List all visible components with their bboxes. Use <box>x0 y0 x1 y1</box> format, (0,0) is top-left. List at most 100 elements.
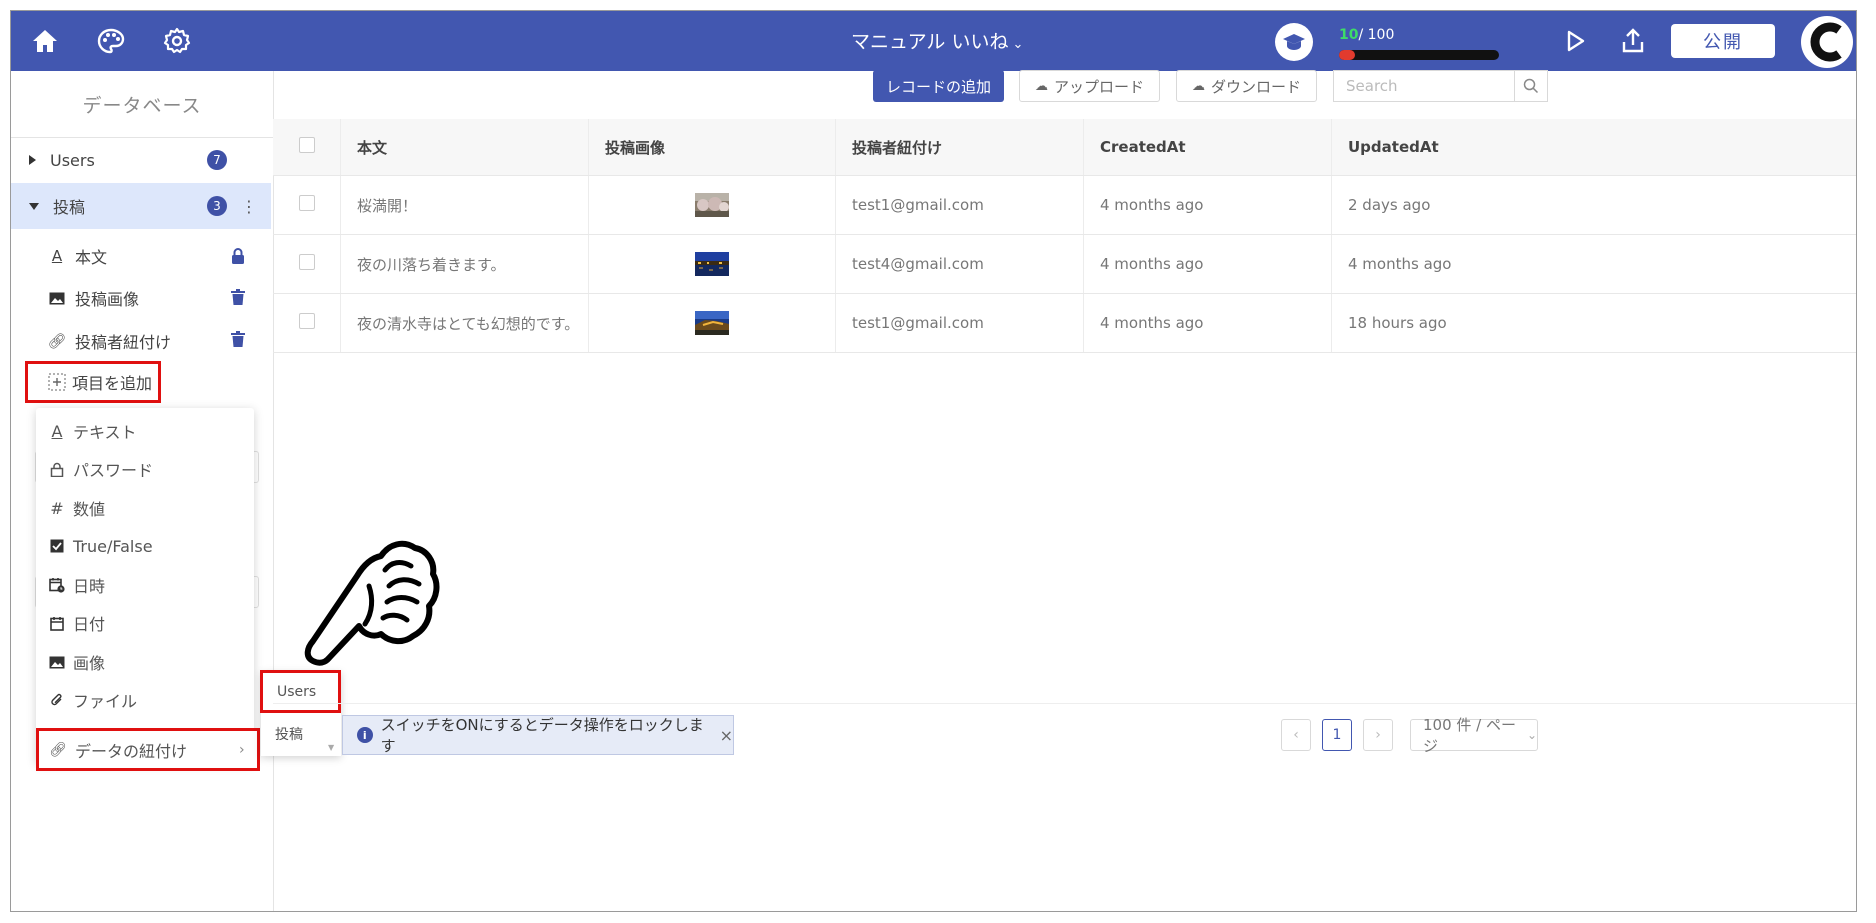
search-button[interactable] <box>1514 71 1547 101</box>
field-label: 本文 <box>75 248 108 267</box>
caret-down-icon <box>29 202 39 210</box>
hash-icon: # <box>50 498 64 518</box>
trash-icon[interactable] <box>229 330 247 348</box>
column-header-label: 投稿者紐付け <box>852 138 943 157</box>
download-label: ダウンロード <box>1210 77 1301 96</box>
upload-button[interactable]: ☁︎ アップロード <box>1019 70 1160 102</box>
page-number-button[interactable]: 1 <box>1322 719 1352 751</box>
per-page-select[interactable]: 100 件 / ページ ⌄ <box>1410 716 1538 755</box>
menu-item-image[interactable]: 画像 <box>36 643 254 681</box>
download-button[interactable]: ☁︎ ダウンロード <box>1176 70 1317 102</box>
cherry-blossom-thumbnail[interactable] <box>695 193 729 217</box>
cloud-download-icon: ☁︎ <box>1191 78 1205 94</box>
info-icon: i <box>357 727 373 743</box>
menu-item-label: 日付 <box>73 615 106 634</box>
table-row[interactable]: 夜の川落ち着きます。 test4@gmail.com 4 months ago … <box>273 234 1856 294</box>
column-header[interactable]: CreatedAt <box>1083 119 1332 176</box>
lock-icon <box>47 462 67 477</box>
search-box <box>1333 70 1548 102</box>
row-select-cell <box>273 175 341 235</box>
row-checkbox[interactable] <box>299 195 315 211</box>
sidebar-table-posts[interactable]: 投稿 3 ⋮ <box>11 183 271 229</box>
lock-icon[interactable] <box>229 247 247 265</box>
user-link-cell[interactable]: test1@gmail.com <box>835 175 1084 235</box>
user-link-cell[interactable]: test1@gmail.com <box>835 293 1084 353</box>
scroll-down-icon[interactable]: ▼ <box>328 743 334 752</box>
table-row[interactable]: 桜満開！ test1@gmail.com 4 months ago 2 days… <box>273 175 1856 235</box>
cloud-upload-icon: ☁︎ <box>1034 78 1048 94</box>
datetime-icon <box>47 577 67 593</box>
menu-item-label: 日時 <box>73 577 106 596</box>
cell-text: test1@gmail.com <box>852 196 984 214</box>
menu-item-password[interactable]: パスワード <box>36 450 254 488</box>
menu-item-label: テキスト <box>73 423 137 442</box>
add-record-button[interactable]: レコードの追加 <box>873 70 1004 102</box>
column-header-label: CreatedAt <box>1100 138 1186 156</box>
row-select-cell <box>273 234 341 294</box>
cell-text: 18 hours ago <box>1348 314 1447 332</box>
progress-total: / 100 <box>1358 27 1395 43</box>
image-cell[interactable] <box>588 293 836 353</box>
play-icon[interactable] <box>1559 25 1591 57</box>
night-river-thumbnail[interactable] <box>695 252 729 276</box>
share-upload-icon[interactable] <box>1617 25 1649 57</box>
user-link-cell[interactable]: test4@gmail.com <box>835 234 1084 294</box>
calendar-icon <box>47 616 67 631</box>
select-all-cell <box>273 119 341 176</box>
body-cell[interactable]: 桜満開！ <box>340 175 589 235</box>
column-header[interactable]: 投稿画像 <box>588 119 836 176</box>
paperclip-icon <box>47 693 67 708</box>
field-item-user-link[interactable]: 🔗︎ 投稿者紐付け <box>47 326 171 356</box>
image-icon <box>47 656 67 669</box>
menu-item-boolean[interactable]: True/False <box>36 527 254 565</box>
graduation-cap-icon[interactable] <box>1275 23 1313 61</box>
prev-page-button[interactable]: ‹ <box>1281 719 1311 751</box>
pointing-hand-icon <box>304 540 440 666</box>
column-header[interactable]: 投稿者紐付け <box>835 119 1084 176</box>
sidebar-title: データベース <box>11 71 273 138</box>
image-cell[interactable] <box>588 234 836 294</box>
body-cell[interactable]: 夜の川落ち着きます。 <box>340 234 589 294</box>
table-row[interactable]: 夜の清水寺はとても幻想的です。 test1@gmail.com 4 months… <box>273 293 1856 353</box>
menu-item-date[interactable]: 日付 <box>36 604 254 642</box>
app-title-dropdown[interactable]: マニュアル いいね ⌄ <box>851 27 1023 54</box>
search-input[interactable] <box>1344 76 1518 96</box>
row-checkbox[interactable] <box>299 313 315 329</box>
image-cell[interactable] <box>588 175 836 235</box>
app-window: マニュアル いいね ⌄ 10/ 100 公開 データベース Users 7 投稿… <box>10 10 1857 912</box>
close-icon[interactable]: × <box>720 726 733 745</box>
column-header[interactable]: UpdatedAt <box>1331 119 1856 176</box>
sidebar-table-users[interactable]: Users 7 <box>11 137 271 183</box>
submenu-item-users[interactable]: Users <box>260 670 341 713</box>
record-count-badge: 3 <box>207 196 227 216</box>
trash-icon[interactable] <box>229 288 247 306</box>
text-icon: A <box>51 247 63 265</box>
kiyomizu-night-thumbnail[interactable] <box>695 311 729 335</box>
select-all-checkbox[interactable] <box>299 137 315 153</box>
gear-icon[interactable] <box>161 25 193 57</box>
c-logo-icon[interactable] <box>1801 16 1853 68</box>
footer-divider <box>273 703 1856 704</box>
column-header[interactable]: 本文 <box>340 119 589 176</box>
menu-item-text[interactable]: A テキスト <box>36 412 254 450</box>
cell-text: 4 months ago <box>1100 314 1204 332</box>
publish-button[interactable]: 公開 <box>1671 24 1775 58</box>
more-vertical-icon[interactable]: ⋮ <box>241 197 257 216</box>
home-icon[interactable] <box>29 25 61 57</box>
menu-item-file[interactable]: ファイル <box>36 681 254 719</box>
menu-item-number[interactable]: # 数値 <box>36 489 254 527</box>
updated-at-cell: 4 months ago <box>1331 234 1856 294</box>
menu-item-data-link[interactable]: 🔗︎ データの紐付け › <box>36 728 260 771</box>
cell-text: test4@gmail.com <box>852 255 984 273</box>
menu-item-datetime[interactable]: 日時 <box>36 566 254 604</box>
created-at-cell: 4 months ago <box>1083 234 1332 294</box>
palette-icon[interactable] <box>95 25 127 57</box>
menu-item-label: ファイル <box>73 692 138 711</box>
field-item-image[interactable]: 投稿画像 <box>47 283 139 313</box>
submenu-item-posts[interactable]: 投稿 <box>275 724 303 744</box>
add-field-button[interactable]: 項目を追加 <box>25 361 161 403</box>
row-checkbox[interactable] <box>299 254 315 270</box>
next-page-button[interactable]: › <box>1363 719 1393 751</box>
body-cell[interactable]: 夜の清水寺はとても幻想的です。 <box>340 293 589 353</box>
field-item-body[interactable]: A 本文 <box>47 241 107 271</box>
